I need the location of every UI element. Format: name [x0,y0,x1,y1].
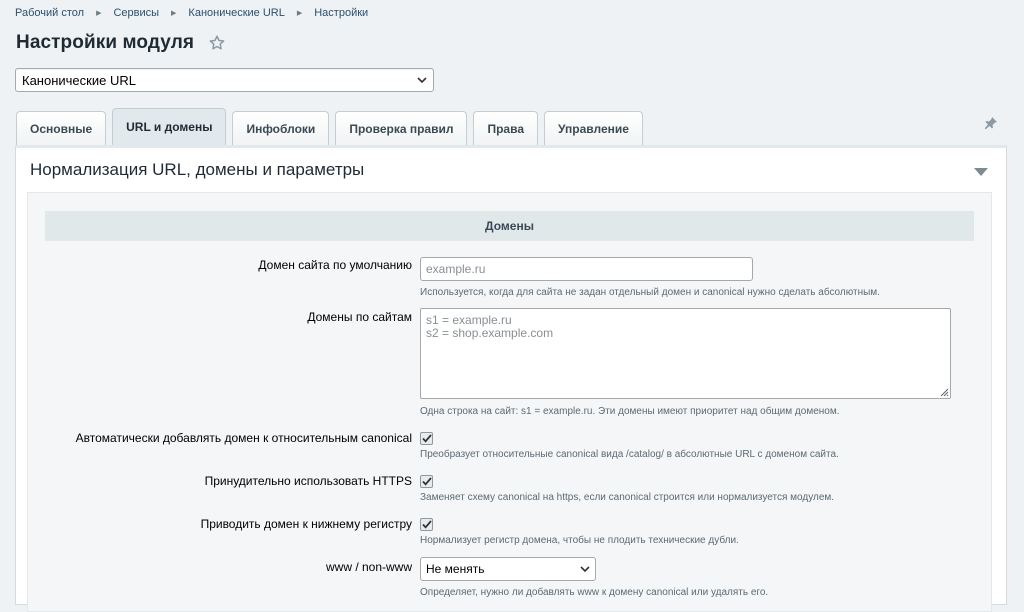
auto-domain-hint: Преобразует относительные canonical вида… [420,449,839,460]
default-domain-hint: Используется, когда для сайта не задан о… [420,287,880,298]
pin-icon[interactable] [984,116,998,130]
settings-panel: Нормализация URL, домены и параметры Дом… [15,145,1007,612]
tab-url-domains[interactable]: URL и домены [112,108,227,145]
checkmark-icon [421,520,432,529]
www-select-value: Не менять [426,562,485,576]
breadcrumb-item-desktop[interactable]: Рабочий стол [15,7,84,19]
auto-domain-label: Автоматически добавлять домен к относите… [75,431,412,445]
breadcrumb-item-services[interactable]: Сервисы [113,7,159,19]
tab-rule-check[interactable]: Проверка правил [335,111,468,145]
title-row: Настройки модуля [16,32,226,54]
force-https-checkbox[interactable] [420,475,433,488]
tab-rights[interactable]: Права [473,111,538,145]
www-label: www / non-www [325,560,412,574]
panel-body: Домены Домен сайта по умолчанию example.… [27,192,992,612]
breadcrumb-item-settings[interactable]: Настройки [314,7,368,19]
breadcrumb-separator-icon: ▶ [296,10,303,17]
auto-domain-checkbox[interactable] [420,432,433,445]
resize-handle-icon[interactable] [939,387,949,397]
star-icon[interactable] [208,34,226,52]
section-heading: Домены [45,211,974,241]
default-domain-placeholder: example.ru [426,262,486,276]
breadcrumb-separator-icon: ▶ [96,10,102,17]
www-select[interactable]: Не менять [420,557,596,581]
lowercase-label: Приводить домен к нижнему регистру [200,517,412,531]
force-https-hint: Заменяет схему canonical на https, если … [420,492,835,503]
site-domains-textarea[interactable]: s1 = example.ru s2 = shop.example.com [420,308,951,399]
module-select[interactable]: Канонические URL [15,68,434,92]
page-title: Настройки модуля [16,32,195,53]
breadcrumb-item-canonical[interactable]: Канонические URL [188,7,284,19]
chevron-down-icon [580,566,590,572]
breadcrumb: Рабочий стол ▶ Сервисы ▶ Канонические UR… [15,7,368,19]
default-domain-input[interactable]: example.ru [420,257,753,281]
tab-iblocks[interactable]: Инфоблоки [232,111,330,145]
www-hint: Определяет, нужно ли добавлять www к дом… [420,587,769,598]
force-https-label: Принудительно использовать HTTPS [204,474,412,488]
lowercase-checkbox[interactable] [420,518,433,531]
site-domains-hint: Одна строка на сайт: s1 = example.ru. Эт… [420,406,840,417]
site-domains-placeholder: s1 = example.ru s2 = shop.example.com [426,313,554,340]
tab-basic[interactable]: Основные [16,111,107,145]
panel-title: Нормализация URL, домены и параметры [30,160,365,179]
checkmark-icon [421,477,432,486]
chevron-down-icon [417,77,427,83]
collapse-triangle-icon[interactable] [974,168,988,176]
site-domains-label: Домены по сайтам [307,310,412,324]
default-domain-label: Домен сайта по умолчанию [258,258,412,272]
tab-bar: Основные URL и домены Инфоблоки Проверка… [16,108,649,145]
checkmark-icon [421,434,432,443]
breadcrumb-separator-icon: ▶ [171,10,177,17]
lowercase-hint: Нормализует регистр домена, чтобы не пло… [420,535,739,546]
tab-management[interactable]: Управление [544,111,643,145]
module-select-value: Канонические URL [22,72,136,88]
